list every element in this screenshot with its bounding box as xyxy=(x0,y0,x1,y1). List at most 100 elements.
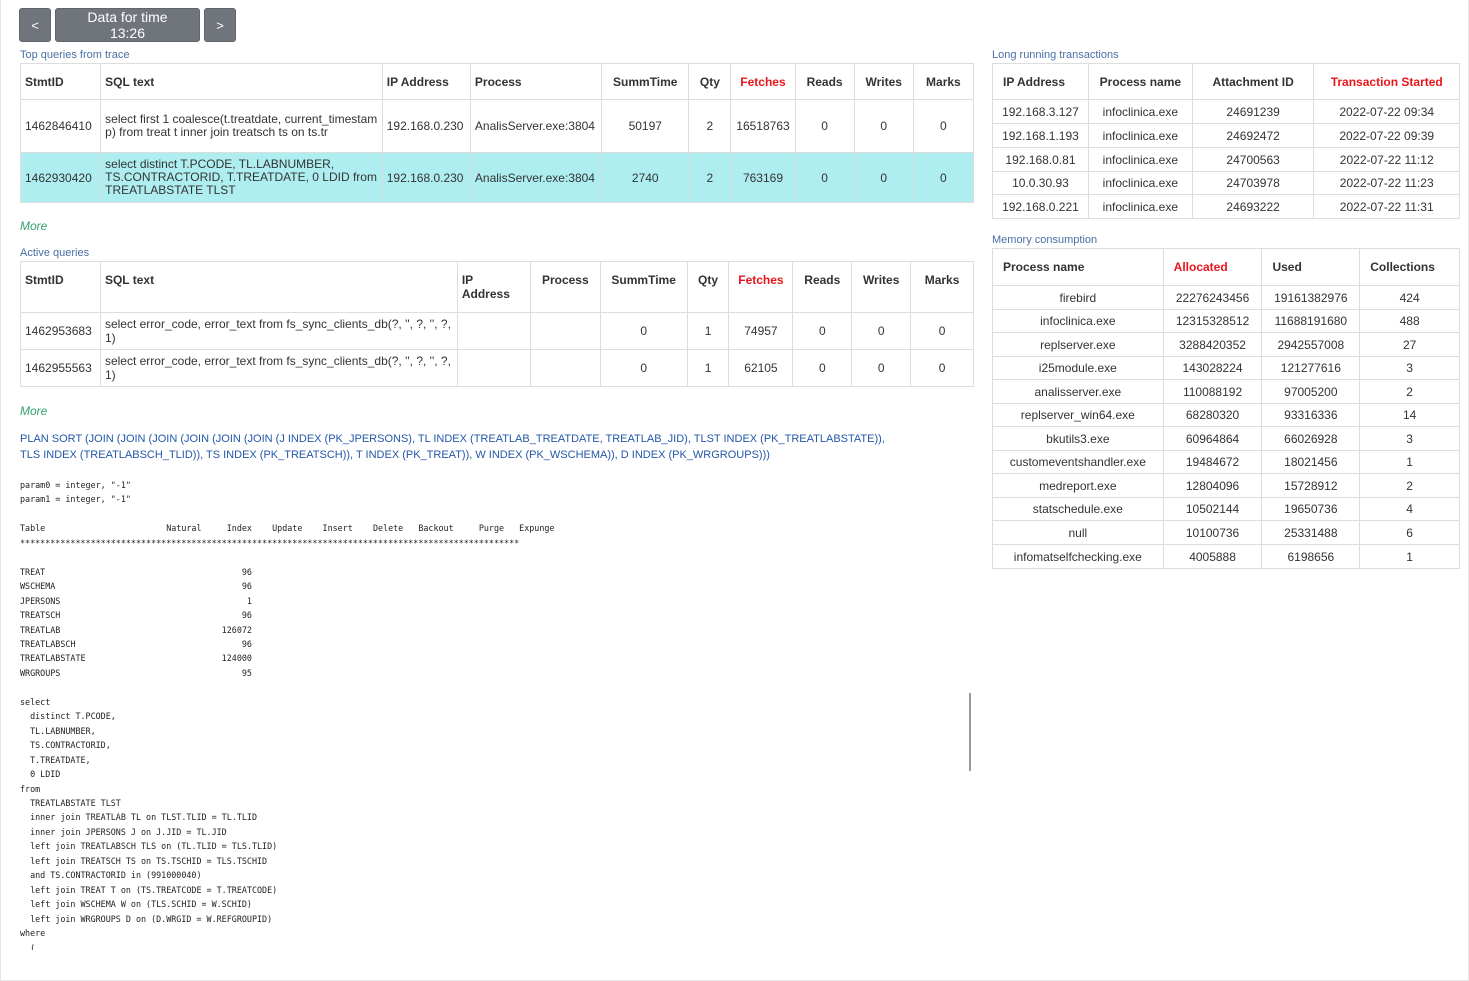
column-header[interactable]: Attachment ID xyxy=(1191,63,1315,100)
qty: 1 xyxy=(686,312,730,350)
ip-address: 192.168.0.81 xyxy=(992,147,1089,172)
current-time-button[interactable]: Data for time 13:26 xyxy=(55,8,200,42)
used: 25331488 xyxy=(1261,520,1361,545)
column-header[interactable]: Qty xyxy=(686,261,730,313)
memory-consumption-title: Memory consumption xyxy=(992,234,1098,246)
attachment-id: 24691239 xyxy=(1191,99,1315,124)
table-row[interactable]: statschedule.exe 10502144 19650736 4 xyxy=(992,497,1460,521)
process-name: statschedule.exe xyxy=(992,497,1164,521)
marks: 0 xyxy=(910,349,974,387)
allocated: 22276243456 xyxy=(1162,285,1263,310)
active-queries-more-link[interactable]: More xyxy=(20,404,47,418)
table-row[interactable]: analisserver.exe 110088192 97005200 2 xyxy=(992,379,1460,404)
sql-detail-scroll-thumb[interactable] xyxy=(969,693,971,771)
column-header[interactable]: SummTime xyxy=(601,63,690,100)
process-name: replserver.exe xyxy=(992,332,1164,357)
process-name: infoclinica.exe xyxy=(1087,123,1193,148)
process-name: null xyxy=(992,520,1164,545)
ip-address: 192.168.0.230 xyxy=(381,152,471,203)
collections: 4 xyxy=(1359,497,1460,521)
ip-address: 192.168.0.221 xyxy=(992,194,1089,219)
column-header[interactable]: Process name xyxy=(992,248,1164,286)
table-row[interactable]: bkutils3.exe 60964864 66026928 3 xyxy=(992,426,1460,451)
summ-time: 50197 xyxy=(601,99,690,153)
table-row[interactable]: 1462846410 select first 1 coalesce(t.tre… xyxy=(19,99,975,153)
sql-text: select distinct T.PCODE, TL.LABNUMBER, T… xyxy=(100,152,383,203)
table-row[interactable]: 192.168.0.221 infoclinica.exe 24693222 2… xyxy=(992,194,1460,219)
column-header[interactable]: Process xyxy=(469,63,603,100)
column-header-sorted[interactable]: Transaction Started xyxy=(1313,63,1460,100)
column-header[interactable]: Marks xyxy=(910,261,974,313)
table-row[interactable]: medreport.exe 12804096 15728912 2 xyxy=(992,473,1460,498)
table-row[interactable]: 1462953683 select error_code, error_text… xyxy=(20,312,974,350)
column-header[interactable]: StmtID xyxy=(19,63,102,100)
process-name: infoclinica.exe xyxy=(1087,147,1193,172)
active-queries-table: StmtID SQL text IP Address Process SummT… xyxy=(20,261,974,387)
table-row[interactable]: 192.168.0.81 infoclinica.exe 24700563 20… xyxy=(992,147,1460,172)
table-row[interactable]: infoclinica.exe 12315328512 11688191680 488 xyxy=(992,309,1460,333)
column-header[interactable]: Process name xyxy=(1087,63,1193,100)
qty: 2 xyxy=(688,152,732,203)
table-row[interactable]: firebird 22276243456 19161382976 424 xyxy=(992,285,1460,310)
collections: 14 xyxy=(1359,403,1460,427)
allocated: 10502144 xyxy=(1162,497,1263,521)
table-row[interactable]: i25module.exe 143028224 121277616 3 xyxy=(992,356,1460,380)
table-header: StmtID SQL text IP Address Process SummT… xyxy=(20,261,974,313)
column-header[interactable]: StmtID xyxy=(20,261,101,313)
column-header[interactable]: SQL text xyxy=(99,261,458,313)
table-row[interactable]: infomatselfchecking.exe 4005888 6198656 1 xyxy=(992,544,1460,569)
column-header-sorted[interactable]: Allocated xyxy=(1162,248,1263,286)
attachment-id: 24692472 xyxy=(1191,123,1315,148)
column-header-sorted[interactable]: Fetches xyxy=(730,63,796,100)
column-header[interactable]: Writes xyxy=(853,63,914,100)
column-header[interactable]: Reads xyxy=(794,63,855,100)
writes: 0 xyxy=(851,349,912,387)
long-transactions-table: IP Address Process name Attachment ID Tr… xyxy=(992,63,1460,219)
sql-text: select error_code, error_text from fs_sy… xyxy=(99,312,458,350)
table-row[interactable]: customeventshandler.exe 19484672 18021456 1 xyxy=(992,450,1460,474)
transaction-started: 2022-07-22 11:12 xyxy=(1313,147,1460,172)
column-header[interactable]: IP Address xyxy=(992,63,1089,100)
column-header[interactable]: Writes xyxy=(851,261,912,313)
column-header[interactable]: SQL text xyxy=(100,63,383,100)
process-name: customeventshandler.exe xyxy=(992,450,1164,474)
table-row[interactable]: 192.168.3.127 infoclinica.exe 24691239 2… xyxy=(992,99,1460,124)
reads: 0 xyxy=(794,99,855,153)
used: 19650736 xyxy=(1261,497,1361,521)
table-row[interactable]: 192.168.1.193 infoclinica.exe 24692472 2… xyxy=(992,123,1460,148)
table-row-selected[interactable]: 1462930420 select distinct T.PCODE, TL.L… xyxy=(19,152,975,203)
writes: 0 xyxy=(851,312,912,350)
table-row[interactable]: 10.0.30.93 infoclinica.exe 24703978 2022… xyxy=(992,171,1460,195)
collections: 1 xyxy=(1359,450,1460,474)
ip-address: 192.168.1.193 xyxy=(992,123,1089,148)
next-time-button[interactable]: > xyxy=(204,8,236,42)
column-header-sorted[interactable]: Fetches xyxy=(728,261,794,313)
reads: 0 xyxy=(794,152,855,203)
column-header[interactable]: Process xyxy=(529,261,601,313)
column-header[interactable]: Collections xyxy=(1359,248,1460,286)
used: 93316336 xyxy=(1261,403,1361,427)
allocated: 19484672 xyxy=(1162,450,1263,474)
column-header[interactable]: Reads xyxy=(792,261,853,313)
summ-time: 0 xyxy=(599,312,688,350)
column-header[interactable]: SummTime xyxy=(599,261,688,313)
column-header[interactable]: IP Address xyxy=(456,261,531,313)
allocated: 3288420352 xyxy=(1162,332,1263,357)
reads: 0 xyxy=(792,312,853,350)
allocated: 10100736 xyxy=(1162,520,1263,545)
column-header[interactable]: Qty xyxy=(688,63,732,100)
table-row[interactable]: null 10100736 25331488 6 xyxy=(992,520,1460,545)
table-row[interactable]: 1462955563 select error_code, error_text… xyxy=(20,349,974,387)
sql-detail-text[interactable]: param0 = integer, "-1" param1 = integer,… xyxy=(20,478,965,950)
table-row[interactable]: replserver_win64.exe 68280320 93316336 14 xyxy=(992,403,1460,427)
column-header[interactable]: IP Address xyxy=(381,63,471,100)
top-queries-more-link[interactable]: More xyxy=(20,219,47,233)
column-header[interactable]: Used xyxy=(1261,248,1361,286)
table-row[interactable]: replserver.exe 3288420352 2942557008 27 xyxy=(992,332,1460,357)
column-header[interactable]: Marks xyxy=(912,63,975,100)
ip-address xyxy=(456,312,531,350)
process-name: firebird xyxy=(992,285,1164,310)
stmt-id: 1462953683 xyxy=(20,312,101,350)
previous-time-button[interactable]: < xyxy=(19,8,51,42)
attachment-id: 24703978 xyxy=(1191,171,1315,195)
